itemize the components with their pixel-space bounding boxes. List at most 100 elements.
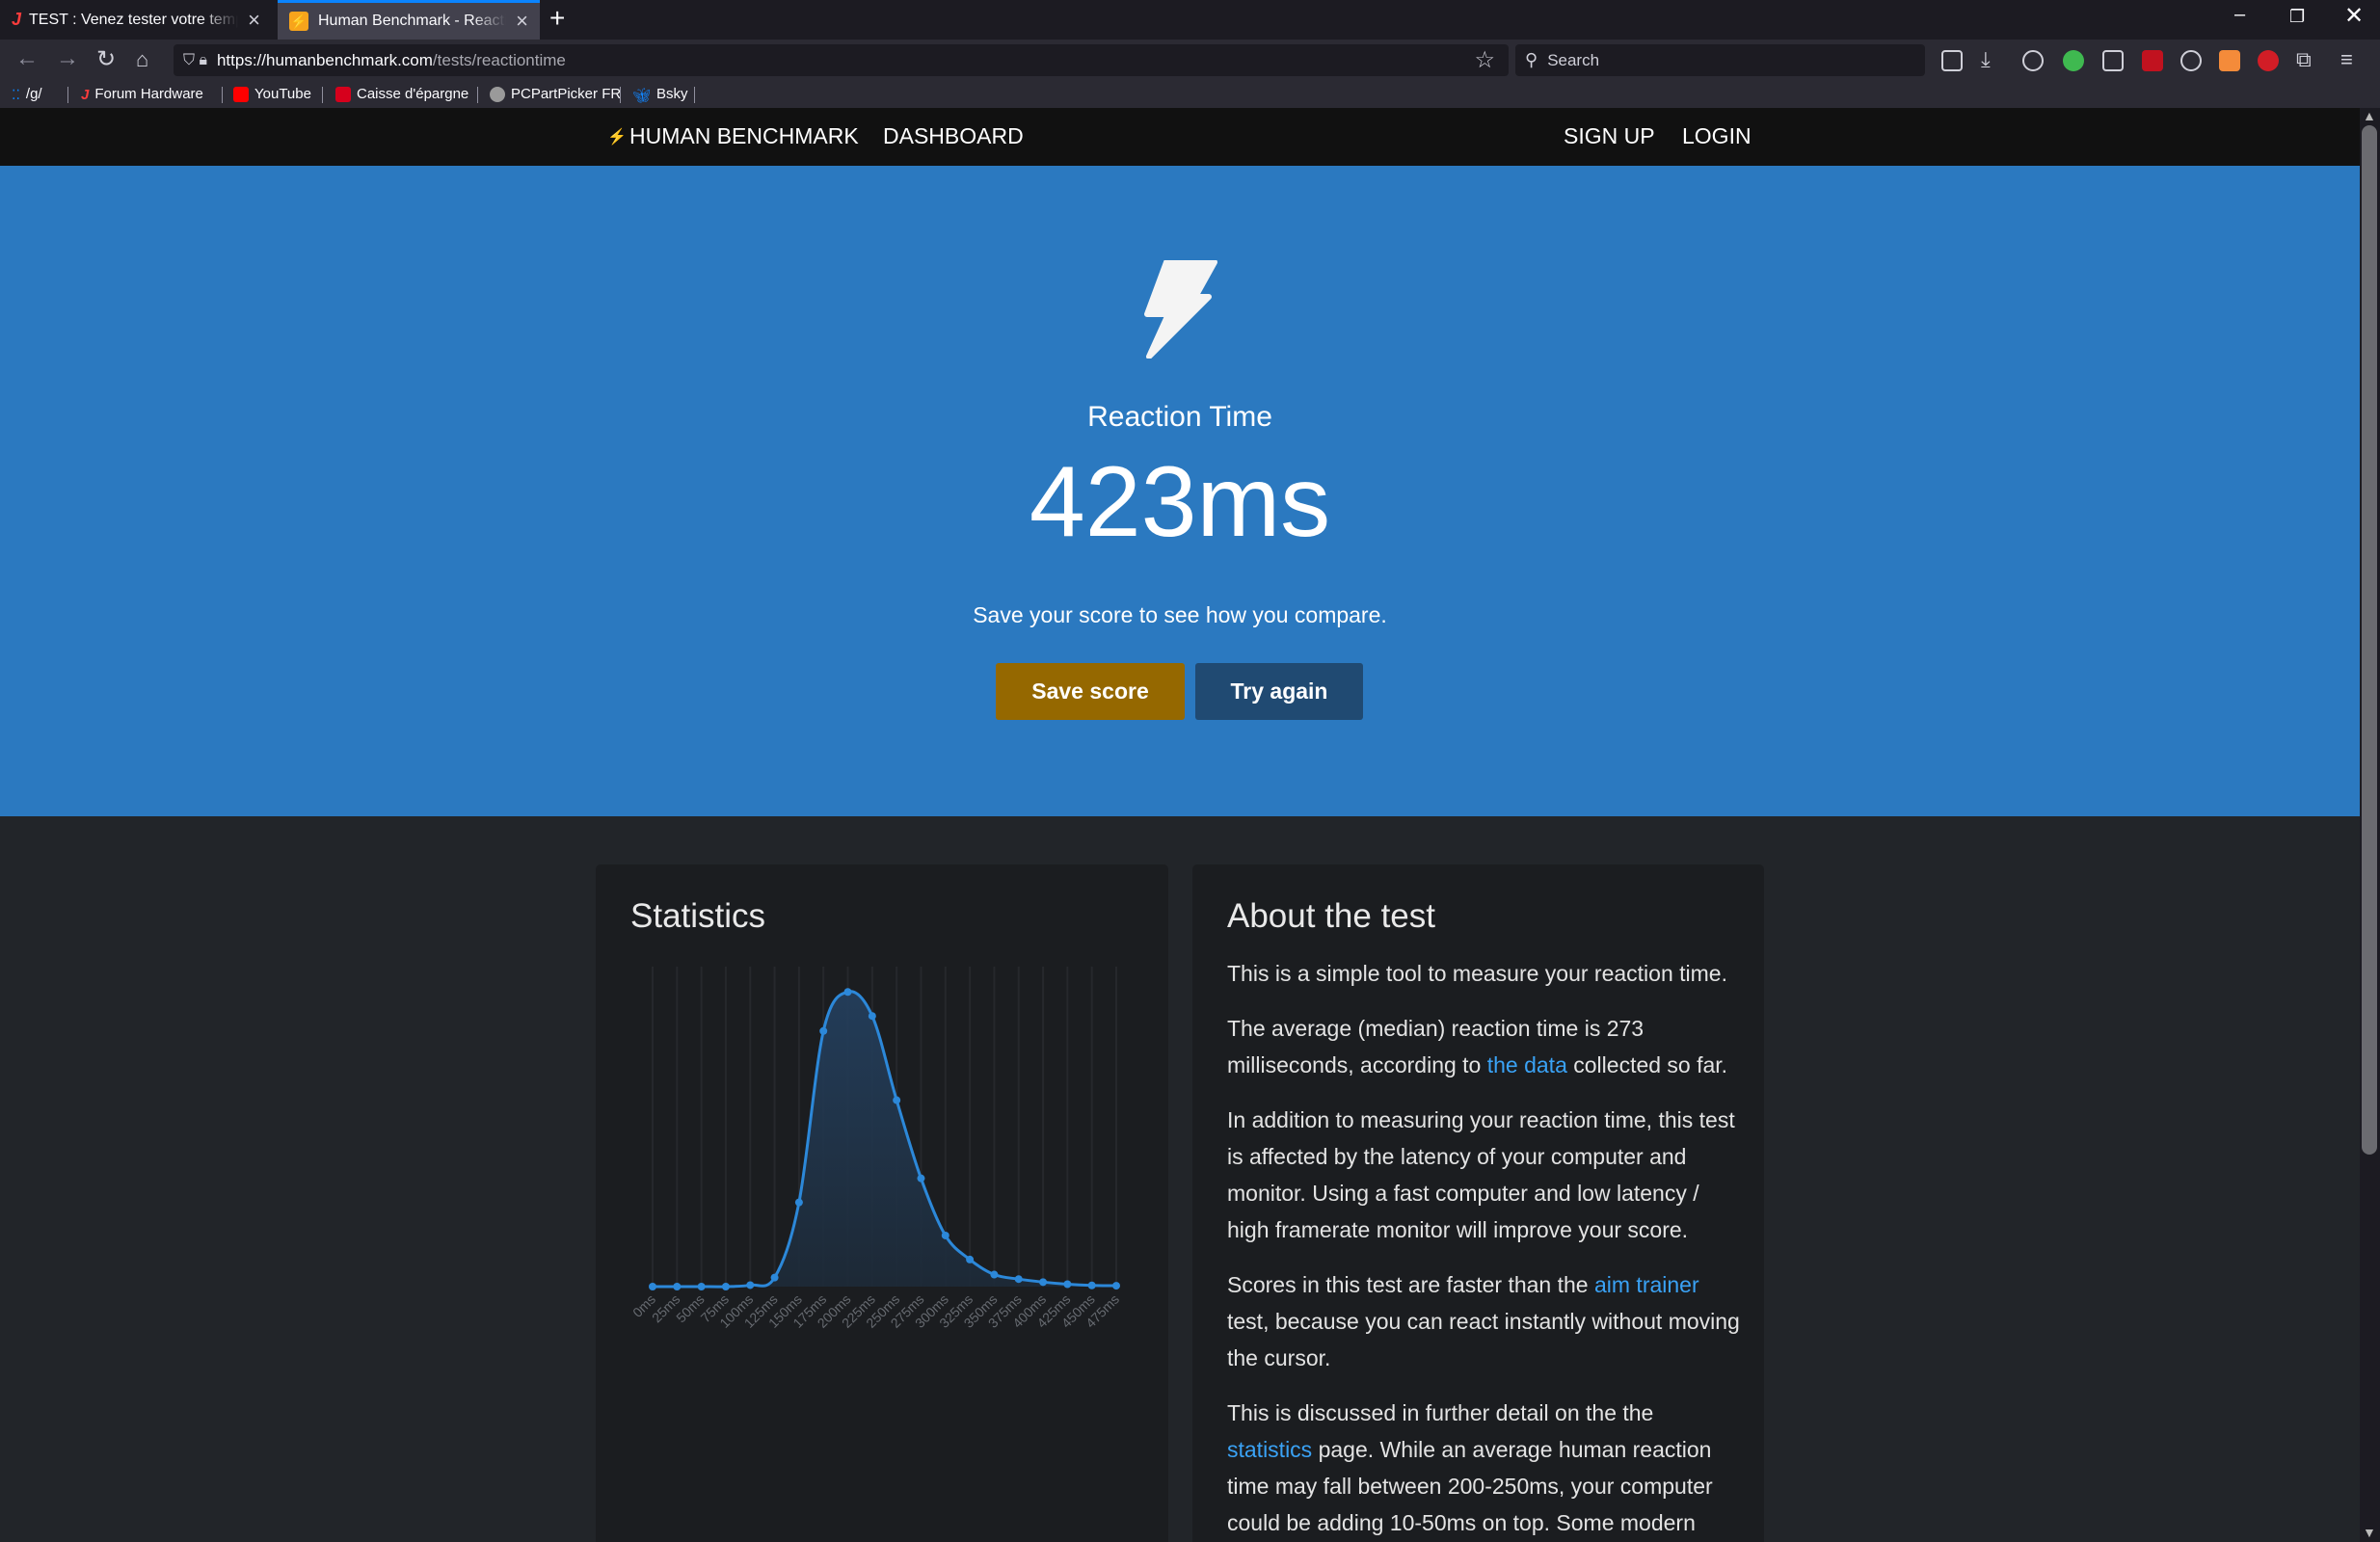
apps-icon: ⁚⁚ xyxy=(12,86,20,102)
extension-glasses-icon[interactable] xyxy=(2102,50,2124,71)
reader-view-icon[interactable] xyxy=(1941,50,1963,71)
test-name: Reaction Time xyxy=(1087,401,1272,433)
ublock-icon[interactable] xyxy=(2142,50,2163,71)
jv-icon: J xyxy=(81,86,90,103)
caisse-epargne-icon xyxy=(335,86,351,102)
tab-title: Human Benchmark - Reaction Time Test xyxy=(318,13,507,29)
statistics-title: Statistics xyxy=(630,897,766,935)
bookmarks-bar: ⁚⁚/g/ J Forum Hardware YouTube Caisse d'é… xyxy=(0,81,2380,108)
url-path: /tests/reactiontime xyxy=(432,50,566,69)
tab-title: TEST : Venez tester votre temps de réact… xyxy=(29,11,238,28)
distribution-area xyxy=(653,991,1116,1288)
close-window-icon[interactable]: ✕ xyxy=(2344,2,2364,30)
bookmark-g[interactable]: ⁚⁚/g/ xyxy=(12,86,42,102)
signup-link[interactable]: SIGN UP xyxy=(1564,123,1655,149)
score-value: 423ms xyxy=(1029,446,1331,558)
search-placeholder: Search xyxy=(1547,50,1600,69)
extension-mask-icon[interactable] xyxy=(2180,50,2202,71)
shield-lock-icon: ⛉ 🔒︎ xyxy=(183,51,207,68)
data-point-325ms xyxy=(966,1255,975,1263)
about-paragraph: This is a simple tool to measure your re… xyxy=(1227,961,1727,986)
aim-trainer-link[interactable]: aim trainer xyxy=(1594,1272,1699,1297)
minimize-icon[interactable]: – xyxy=(2234,4,2245,26)
data-point-150ms xyxy=(794,1198,803,1207)
pcpartpicker-icon xyxy=(490,86,505,102)
search-icon: ⚲ xyxy=(1525,50,1538,69)
forward-icon[interactable]: → xyxy=(56,45,79,72)
statistics-link[interactable]: statistics xyxy=(1227,1437,1312,1462)
the-data-link[interactable]: the data xyxy=(1487,1052,1567,1077)
back-icon[interactable]: ← xyxy=(15,45,39,72)
data-point-450ms xyxy=(1087,1281,1096,1289)
about-paragraph: In addition to measuring your reaction t… xyxy=(1227,1107,1735,1242)
divider xyxy=(477,87,478,103)
data-point-100ms xyxy=(746,1281,755,1289)
bookmark-pcpartpicker[interactable]: PCPartPicker FR xyxy=(490,86,621,102)
close-tab-icon[interactable]: × xyxy=(516,9,528,34)
statistics-panel: 0ms 25ms 50ms 75ms 100ms 125ms 150ms 175ms 200ms… xyxy=(596,864,1168,1542)
bookmark-bsky[interactable]: 🦋︎ Bsky xyxy=(632,86,688,104)
bookmark-caisse-epargne[interactable]: Caisse d'épargne xyxy=(335,86,468,102)
about-paragraph: Scores in this test are faster than the … xyxy=(1227,1272,1740,1370)
try-again-button[interactable]: Try again xyxy=(1195,663,1363,720)
scroll-up-icon[interactable]: ▲ xyxy=(2363,108,2376,123)
search-input[interactable]: ⚲ Search xyxy=(1515,44,1925,76)
data-point-0ms xyxy=(649,1283,656,1290)
butterfly-icon: 🦋︎ xyxy=(632,87,652,104)
bookmark-youtube[interactable]: YouTube xyxy=(233,86,311,102)
about-body: This is a simple tool to measure your re… xyxy=(1227,955,1743,1542)
data-point-300ms xyxy=(941,1231,949,1239)
close-tab-icon[interactable]: × xyxy=(248,8,260,33)
jv-favicon-icon: J xyxy=(12,10,22,29)
download-icon[interactable]: ⤓ xyxy=(1981,47,1991,72)
about-panel: About the test This is a simple tool to … xyxy=(1192,864,1764,1542)
result-hero: Reaction Time 423ms Save your score to s… xyxy=(0,166,2360,816)
browser-tab-bar: J TEST : Venez tester votre temps de réa… xyxy=(0,0,2380,40)
data-point-125ms xyxy=(770,1273,779,1282)
data-point-400ms xyxy=(1039,1278,1048,1287)
reload-icon[interactable]: ↻ xyxy=(96,45,116,73)
url-bar[interactable]: ⛉ 🔒︎ https://humanbenchmark.com/tests/re… xyxy=(174,44,1509,76)
extension-red-icon[interactable] xyxy=(2258,50,2279,71)
url-domain: https://humanbenchmark.com xyxy=(216,50,433,69)
data-point-200ms xyxy=(843,988,852,997)
extension-orange-icon[interactable] xyxy=(2219,50,2240,71)
data-point-225ms xyxy=(868,1012,876,1021)
bookmark-star-icon[interactable]: ☆ xyxy=(1474,46,1495,74)
brand-link[interactable]: HUMAN BENCHMARK xyxy=(629,123,859,149)
about-title: About the test xyxy=(1227,897,1435,935)
data-point-375ms xyxy=(1014,1275,1023,1284)
browser-nav-bar: ← → ↻ ⌂ ⛉ 🔒︎ https://humanbenchmark.com /… xyxy=(0,40,2380,81)
bookmark-forum-hardware[interactable]: J Forum Hardware xyxy=(81,86,203,103)
lightning-bolt-icon xyxy=(1144,260,1217,359)
restore-icon[interactable]: ❐ xyxy=(2289,7,2305,27)
about-paragraph: This is discussed in further detail on t… xyxy=(1227,1400,1713,1535)
lightning-favicon-icon: ⚡ xyxy=(289,12,308,31)
youtube-icon xyxy=(233,86,249,102)
data-point-25ms xyxy=(673,1283,682,1290)
new-tab-icon[interactable]: + xyxy=(549,3,565,34)
divider xyxy=(322,87,323,103)
home-icon[interactable]: ⌂ xyxy=(136,47,148,72)
data-point-350ms xyxy=(990,1270,999,1279)
data-point-425ms xyxy=(1063,1280,1072,1289)
data-point-275ms xyxy=(917,1174,925,1183)
login-link[interactable]: LOGIN xyxy=(1682,123,1752,149)
scroll-down-icon[interactable]: ▼ xyxy=(2363,1525,2376,1540)
compare-text: Save your score to see how you compare. xyxy=(973,602,1387,627)
extension-green-icon[interactable] xyxy=(2063,50,2084,71)
extensions-puzzle-icon[interactable]: ⧉ xyxy=(2296,47,2312,72)
data-point-175ms xyxy=(819,1026,828,1035)
menu-icon[interactable]: ≡ xyxy=(2340,47,2353,72)
reaction-time-distribution-chart: 0ms25ms50ms75ms100ms125ms150ms175ms200ms… xyxy=(629,967,1122,1331)
tab-human-benchmark[interactable]: ⚡ Human Benchmark - Reaction Time Test × xyxy=(278,0,540,40)
divider xyxy=(620,87,621,103)
divider xyxy=(694,87,695,103)
save-score-button[interactable]: Save score xyxy=(996,663,1185,720)
scrollbar-thumb[interactable] xyxy=(2362,125,2377,1155)
account-icon[interactable] xyxy=(2022,50,2044,71)
tab-jv-test[interactable]: J TEST : Venez tester votre temps de réa… xyxy=(0,0,272,40)
dashboard-link[interactable]: DASHBOARD xyxy=(883,123,1024,149)
site-navbar: ⚡ HUMAN BENCHMARK DASHBOARD SIGN UP LOGI… xyxy=(0,108,2360,166)
data-point-75ms xyxy=(721,1283,730,1290)
